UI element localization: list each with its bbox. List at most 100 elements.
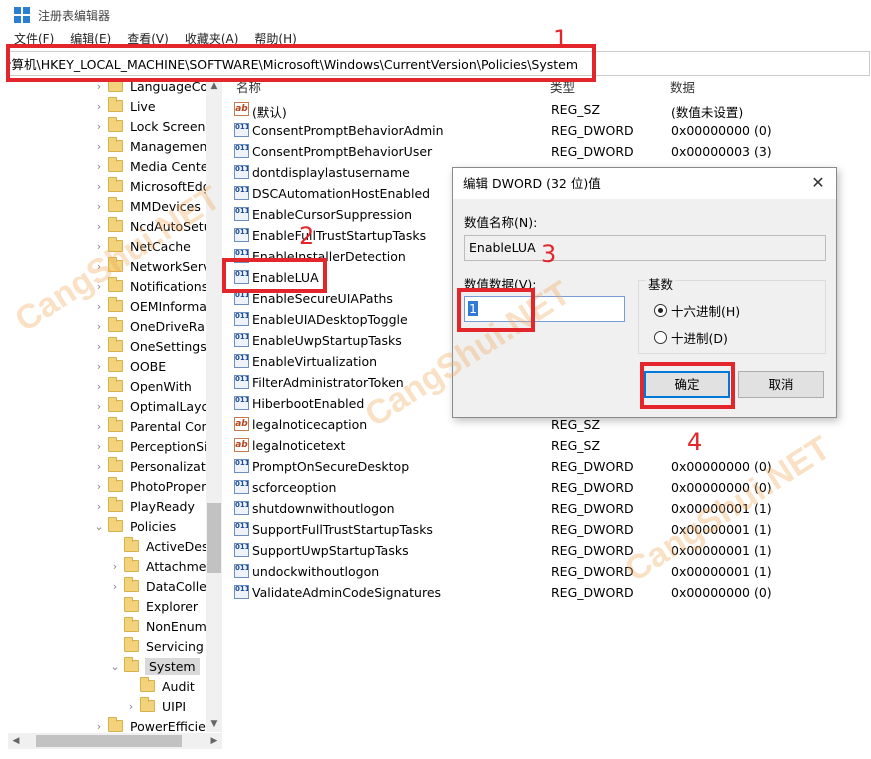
tree-node[interactable]: › PlayReady: [92, 496, 196, 516]
tree-node[interactable]: › UIPI: [124, 696, 187, 716]
menu-file[interactable]: 文件(F): [14, 30, 54, 48]
chevron-right-icon[interactable]: ›: [92, 380, 106, 393]
tree-node[interactable]: › NetCache: [92, 236, 192, 256]
tree-node[interactable]: › MMDevices: [92, 196, 202, 216]
chevron-right-icon[interactable]: ›: [92, 720, 106, 733]
tree-node[interactable]: NonEnum: [108, 616, 208, 636]
value-row[interactable]: 011 110PromptOnSecureDesktop REG_DWORD 0x0…: [234, 457, 864, 477]
value-row[interactable]: 011 110ConsentPromptBehaviorUser REG_DWOR…: [234, 142, 864, 162]
value-row[interactable]: 011 110ConsentPromptBehaviorAdmin REG_DWO…: [234, 121, 864, 141]
tree-node[interactable]: › Lock Screen: [92, 116, 206, 136]
chevron-right-icon[interactable]: ›: [92, 360, 106, 373]
radio-decimal-dot[interactable]: [654, 331, 667, 344]
chevron-right-icon[interactable]: ›: [92, 80, 106, 93]
chevron-right-icon[interactable]: ›: [92, 240, 106, 253]
chevron-right-icon[interactable]: ›: [92, 160, 106, 173]
scroll-up-icon[interactable]: ▲: [206, 78, 222, 94]
chevron-right-icon[interactable]: ›: [92, 400, 106, 413]
value-row[interactable]: ab legalnoticecaption REG_SZ: [234, 415, 864, 435]
chevron-down-icon[interactable]: ⌄: [108, 660, 122, 673]
chevron-right-icon[interactable]: ›: [92, 100, 106, 113]
chevron-right-icon[interactable]: ›: [92, 320, 106, 333]
address-bar[interactable]: 计算机\HKEY_LOCAL_MACHINE\SOFTWARE\Microsof…: [6, 51, 870, 76]
chevron-down-icon[interactable]: ⌄: [92, 520, 106, 533]
value-data-input[interactable]: 1: [464, 296, 625, 322]
value-row[interactable]: 011 110ValidateAdminCodeSignatures REG_DW…: [234, 583, 864, 603]
tree-node[interactable]: Audit: [124, 676, 196, 696]
tree-node[interactable]: ›LanguageComponentsInstaller: [92, 78, 221, 96]
tree-node[interactable]: ›DataCollection: [108, 576, 221, 596]
tree-node[interactable]: › OneDriveRamps: [92, 316, 221, 336]
tree-horizontal-scrollbar[interactable]: ◀ ▶: [8, 733, 222, 749]
scroll-left-icon[interactable]: ◀: [8, 733, 24, 749]
tree-node[interactable]: › OptimalLayout: [92, 396, 221, 416]
chevron-right-icon[interactable]: ›: [108, 580, 122, 593]
chevron-right-icon[interactable]: ›: [92, 260, 106, 273]
tree-node[interactable]: › NcdAutoSetup: [92, 216, 221, 236]
value-row[interactable]: 011 110undockwithoutlogon REG_DWORD 0x0000…: [234, 562, 864, 582]
tree-node[interactable]: › MicrosoftEdge: [92, 176, 219, 196]
value-name: EnableVirtualization: [252, 354, 378, 369]
radio-hex[interactable]: 十六进制(H): [654, 301, 740, 320]
chevron-right-icon[interactable]: ›: [92, 480, 106, 493]
scroll-right-icon[interactable]: ▶: [206, 733, 222, 749]
value-row[interactable]: 011 110shutdownwithoutlogon REG_DWORD 0x00…: [234, 499, 864, 519]
tree-node[interactable]: ›PowerEfficiencyDiagnostics: [92, 716, 221, 733]
tree-node[interactable]: ActiveDesktop: [108, 536, 221, 556]
value-row[interactable]: ab (默认) REG_SZ (数值未设置): [234, 100, 864, 120]
radio-decimal[interactable]: 十进制(D): [654, 328, 728, 347]
tree-node[interactable]: › Media Center: [92, 156, 215, 176]
value-row[interactable]: 011 110scforceoption REG_DWORD 0x00000000 …: [234, 478, 864, 498]
column-header-data[interactable]: 数据: [670, 78, 695, 99]
chevron-right-icon[interactable]: ›: [108, 560, 122, 573]
chevron-right-icon[interactable]: ›: [92, 340, 106, 353]
radio-hex-dot[interactable]: [654, 304, 667, 317]
cancel-button[interactable]: 取消: [738, 371, 824, 398]
tree-node[interactable]: Servicing: [108, 636, 205, 656]
chevron-right-icon[interactable]: ›: [92, 220, 106, 233]
tree-node[interactable]: ⌄ Policies: [92, 516, 177, 536]
scroll-down-icon[interactable]: ▼: [206, 716, 222, 732]
tree-node[interactable]: › Attachments: [108, 556, 221, 576]
tree-node[interactable]: ⌄ System: [108, 656, 200, 676]
tree-node[interactable]: Explorer: [108, 596, 199, 616]
chevron-right-icon[interactable]: ›: [124, 700, 138, 713]
column-header-name[interactable]: 名称: [236, 78, 261, 99]
menu-view[interactable]: 查看(V): [127, 30, 169, 48]
chevron-right-icon[interactable]: ›: [92, 500, 106, 513]
tree-node[interactable]: › OOBE: [92, 356, 167, 376]
scroll-thumb[interactable]: [207, 503, 221, 573]
chevron-right-icon[interactable]: ›: [92, 200, 106, 213]
tree-vertical-scrollbar[interactable]: ▲ ▼: [206, 78, 222, 732]
value-row[interactable]: 011 110SupportFullTrustStartupTasks REG_D…: [234, 520, 864, 540]
chevron-right-icon[interactable]: ›: [92, 140, 106, 153]
ok-button[interactable]: 确定: [644, 371, 730, 398]
menu-favorites[interactable]: 收藏夹(A): [185, 30, 239, 48]
tree-node[interactable]: ›PerceptionSimulationExtensions: [92, 436, 221, 456]
chevron-right-icon[interactable]: ›: [92, 300, 106, 313]
chevron-right-icon[interactable]: ›: [92, 280, 106, 293]
close-icon[interactable]: ✕: [808, 168, 828, 199]
tree-node[interactable]: › Notifications: [92, 276, 209, 296]
menu-help[interactable]: 帮助(H): [254, 30, 296, 48]
value-row[interactable]: 011 110SupportUwpStartupTasks REG_DWORD 0x…: [234, 541, 864, 561]
scroll-thumb[interactable]: [36, 735, 182, 747]
folder-icon: [108, 97, 123, 112]
tree-node[interactable]: ›NetworkServiceTriggers: [92, 256, 221, 276]
chevron-right-icon[interactable]: ›: [92, 420, 106, 433]
tree-node[interactable]: › OEMInformation: [92, 296, 221, 316]
tree-node[interactable]: › OpenWith: [92, 376, 193, 396]
menu-edit[interactable]: 编辑(E): [70, 30, 111, 48]
column-header-type[interactable]: 类型: [550, 78, 575, 99]
tree-node[interactable]: › Personalization: [92, 456, 221, 476]
tree-node[interactable]: › Live: [92, 96, 157, 116]
tree-node[interactable]: › OneSettings: [92, 336, 208, 356]
tree-node[interactable]: ›Parental Controls: [92, 416, 221, 436]
value-row[interactable]: ab legalnoticetext REG_SZ: [234, 436, 864, 456]
tree-node[interactable]: ›Management Infrastructure: [92, 136, 221, 156]
chevron-right-icon[interactable]: ›: [92, 180, 106, 193]
chevron-right-icon[interactable]: ›: [92, 460, 106, 473]
tree-node[interactable]: ›PhotoPropertyHandler: [92, 476, 221, 496]
chevron-right-icon[interactable]: ›: [92, 120, 106, 133]
chevron-right-icon[interactable]: ›: [92, 440, 106, 453]
